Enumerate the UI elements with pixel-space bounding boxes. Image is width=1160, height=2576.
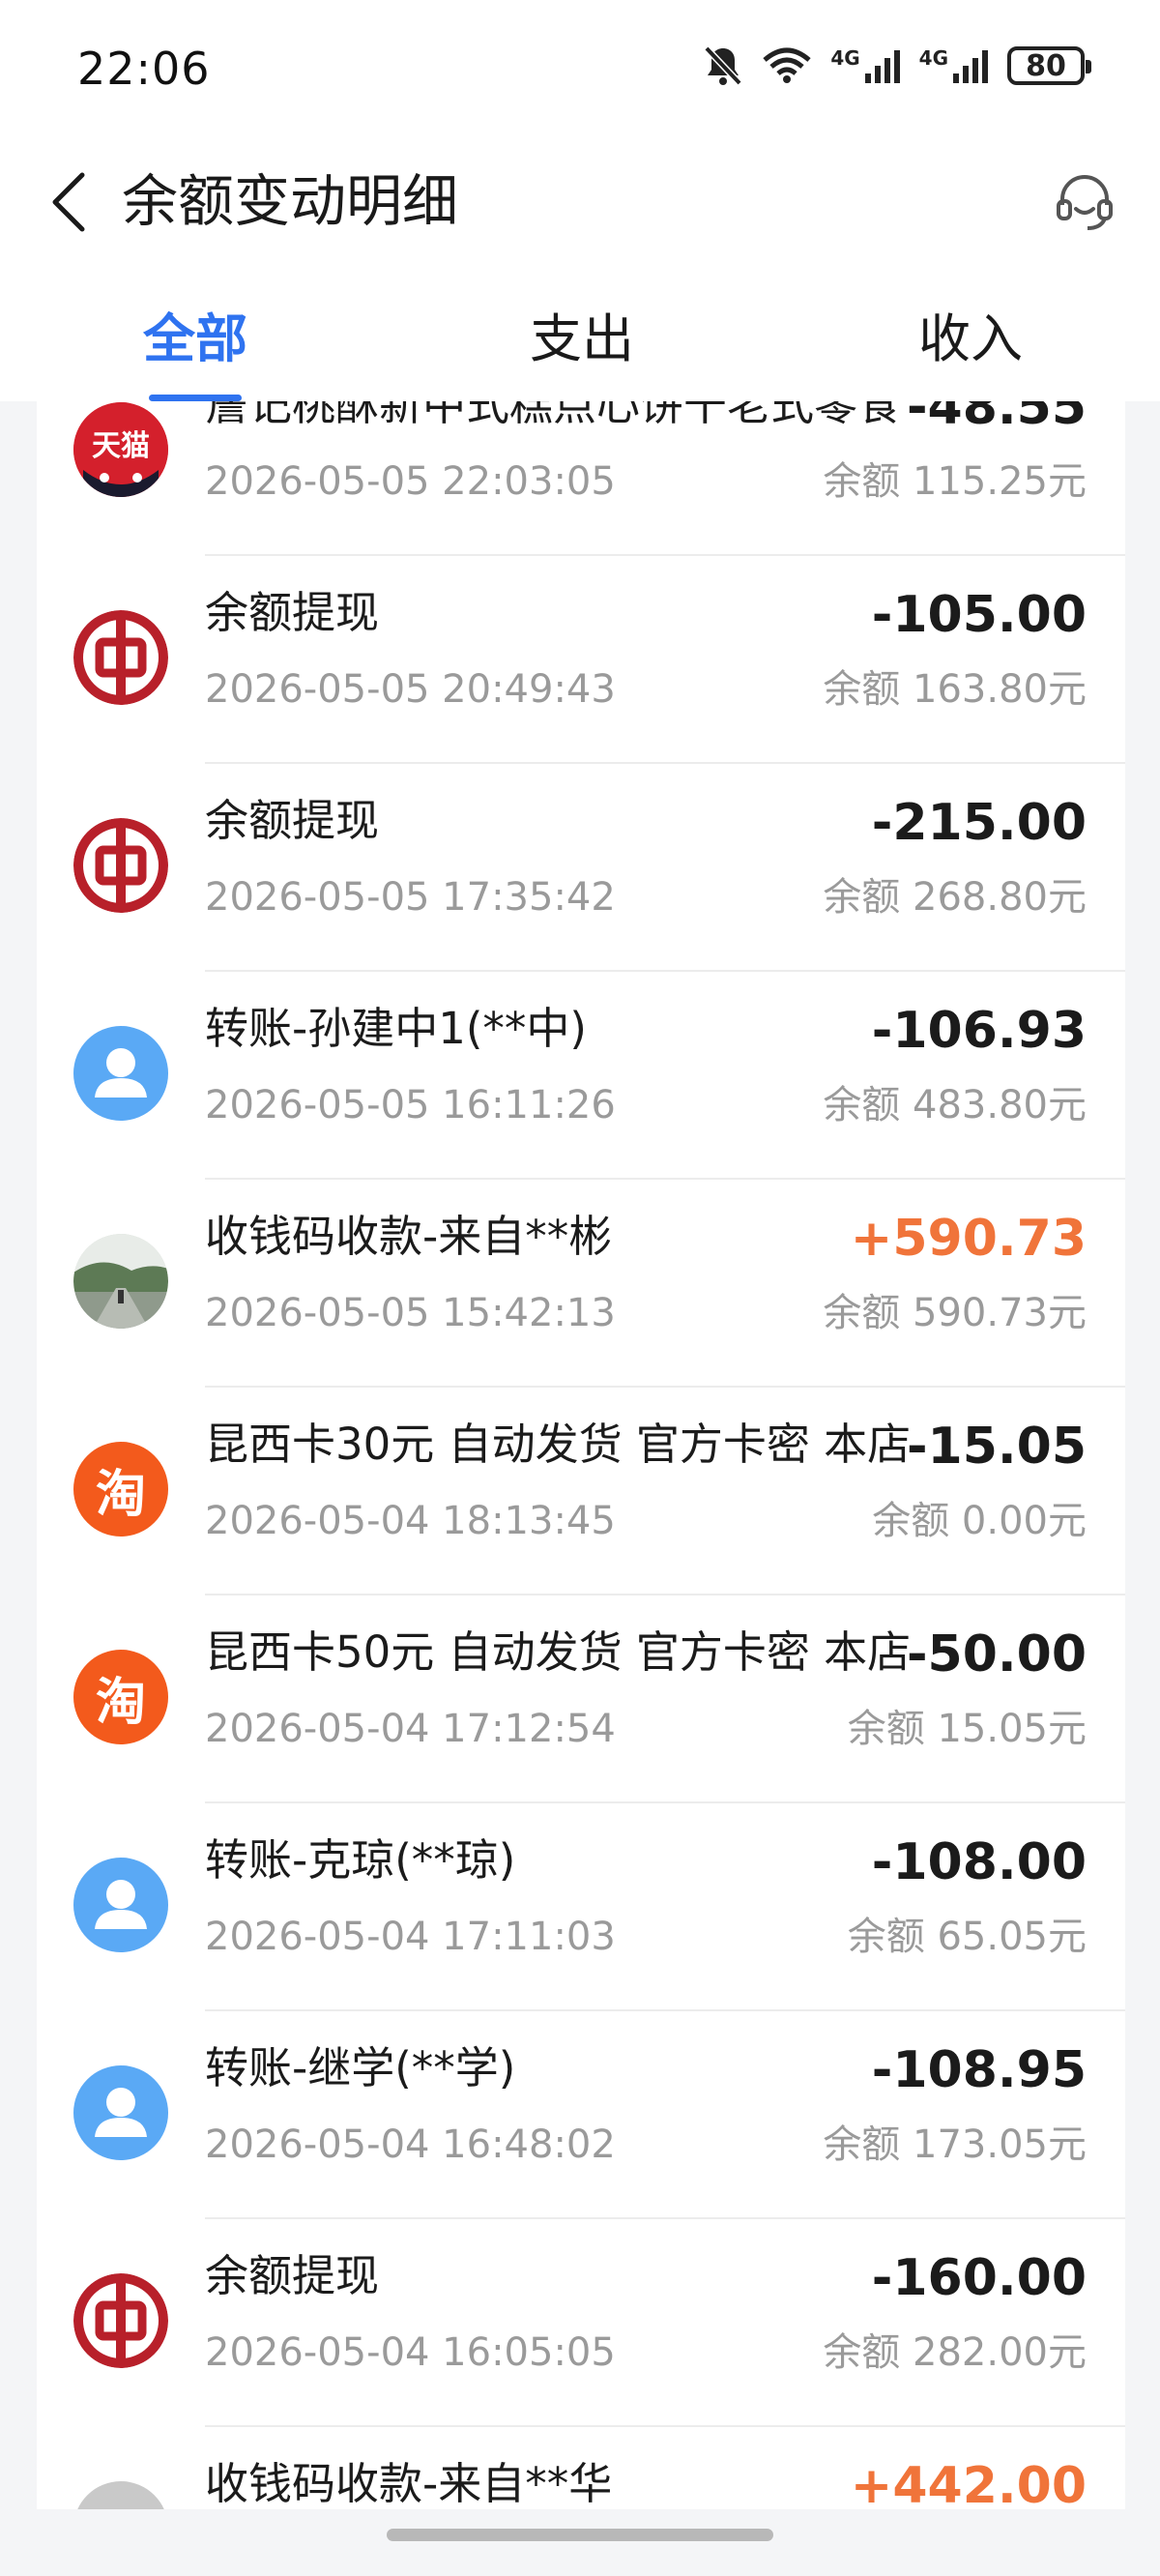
transaction-title: 詹记桃酥新中式糕点心饼干老式零食 [205, 401, 902, 430]
list-item[interactable]: 收钱码收款-来自**华 +442.00 [37, 2427, 1125, 2509]
transaction-balance: 余额 483.80元 [823, 1083, 1087, 1127]
transaction-title: 昆西卡30元 自动发货 官方卡密 本店 [205, 1419, 912, 1470]
signal-4g-icon: 4G [830, 46, 901, 85]
tab-all[interactable]: 全部 [141, 266, 249, 401]
list-item[interactable]: 淘 昆西卡30元 自动发货 官方卡密 本店 2026-05-04 18:13:4… [37, 1388, 1125, 1595]
status-icons: 4G 4G 80 [703, 44, 1091, 87]
transaction-amount: -105.00 [871, 586, 1087, 644]
transaction-time: 2026-05-04 16:05:05 [205, 2330, 616, 2375]
list-item[interactable]: 天猫 詹记桃酥新中式糕点心饼干老式零食 2026-05-05 22:03:05 … [37, 401, 1125, 556]
transaction-amount: -215.00 [871, 794, 1087, 852]
list-item[interactable]: 转账-孙建中1(**中) 2026-05-05 16:11:26 -106.93… [37, 972, 1125, 1180]
list-item[interactable]: 余额提现 2026-05-04 16:05:05 -160.00 余额 282.… [37, 2219, 1125, 2427]
bank-icon [73, 818, 168, 913]
user-avatar-icon [73, 1858, 168, 1952]
transaction-balance: 余额 65.05元 [847, 1915, 1087, 1959]
transaction-balance: 余额 0.00元 [872, 1499, 1087, 1543]
transaction-list[interactable]: 天猫 詹记桃酥新中式糕点心饼干老式零食 2026-05-05 22:03:05 … [37, 401, 1125, 2509]
taobao-icon: 淘 [73, 1650, 168, 1744]
transaction-balance: 余额 115.25元 [823, 459, 1087, 504]
transaction-amount: -50.00 [906, 1625, 1087, 1683]
chevron-left-icon [47, 169, 90, 239]
transaction-balance: 余额 590.73元 [823, 1291, 1087, 1335]
tab-income[interactable]: 收入 [916, 266, 1025, 401]
transaction-title: 转账-继学(**学) [205, 2042, 516, 2093]
bank-icon [73, 610, 168, 705]
wifi-icon [761, 46, 813, 85]
transaction-amount: +442.00 [850, 2457, 1087, 2509]
list-item[interactable]: 收钱码收款-来自**彬 2026-05-05 15:42:13 +590.73 … [37, 1180, 1125, 1388]
list-item[interactable]: 转账-继学(**学) 2026-05-04 16:48:02 -108.95 余… [37, 2011, 1125, 2219]
home-indicator[interactable] [387, 2529, 773, 2541]
transaction-time: 2026-05-05 15:42:13 [205, 1291, 616, 1335]
transaction-amount: -106.93 [871, 1002, 1087, 1060]
user-avatar-icon [73, 2065, 168, 2160]
back-button[interactable] [35, 165, 102, 243]
bell-muted-icon [703, 44, 743, 87]
transaction-title: 余额提现 [205, 2250, 380, 2301]
transaction-title: 转账-克琼(**琼) [205, 1834, 516, 1886]
transaction-title: 收钱码收款-来自**彬 [205, 1211, 613, 1262]
transaction-time: 2026-05-04 17:11:03 [205, 1915, 616, 1959]
transaction-amount: +590.73 [850, 1210, 1087, 1268]
list-item[interactable]: 转账-克琼(**琼) 2026-05-04 17:11:03 -108.00 余… [37, 1803, 1125, 2011]
filter-tabs: 全部 支出 收入 [0, 266, 1160, 401]
signal-4g-icon: 4G [919, 46, 990, 85]
transaction-balance: 余额 268.80元 [823, 875, 1087, 920]
transaction-time: 2026-05-04 18:13:45 [205, 1499, 616, 1543]
transaction-balance: 余额 282.00元 [823, 2330, 1087, 2375]
transaction-time: 2026-05-05 16:11:26 [205, 1083, 616, 1127]
list-item[interactable]: 淘 昆西卡50元 自动发货 官方卡密 本店 2026-05-04 17:12:5… [37, 1595, 1125, 1803]
bottom-bar [0, 2509, 1160, 2576]
list-item[interactable]: 余额提现 2026-05-05 17:35:42 -215.00 余额 268.… [37, 764, 1125, 972]
transaction-balance: 余额 15.05元 [847, 1707, 1087, 1751]
transaction-time: 2026-05-05 17:35:42 [205, 875, 616, 920]
taobao-icon: 淘 [73, 1442, 168, 1537]
transaction-time: 2026-05-04 16:48:02 [205, 2122, 616, 2167]
page-title: 余额变动明细 [122, 168, 459, 234]
battery-icon: 80 [1007, 46, 1091, 85]
photo-avatar-icon [73, 1234, 168, 1329]
tmall-icon: 天猫 [73, 402, 168, 497]
customer-service-button[interactable] [1046, 165, 1123, 243]
transaction-title: 余额提现 [205, 587, 380, 638]
bank-icon [73, 2273, 168, 2368]
transaction-amount: -108.95 [871, 2041, 1087, 2099]
transaction-amount: -108.00 [871, 1833, 1087, 1891]
tab-expense[interactable]: 支出 [528, 266, 636, 401]
headset-icon [1053, 170, 1116, 238]
transaction-amount: -160.00 [871, 2249, 1087, 2307]
transaction-time: 2026-05-04 17:12:54 [205, 1707, 616, 1751]
status-bar: 22:06 4G 4G 80 [0, 0, 1160, 140]
transaction-time: 2026-05-05 20:49:43 [205, 667, 616, 712]
transaction-balance: 余额 173.05元 [823, 2122, 1087, 2167]
transaction-time: 2026-05-05 22:03:05 [205, 459, 616, 504]
transaction-amount: -48.55 [906, 401, 1087, 436]
user-avatar-icon [73, 1026, 168, 1121]
status-time: 22:06 [77, 43, 211, 95]
photo-avatar-icon [73, 2481, 168, 2509]
list-item[interactable]: 余额提现 2026-05-05 20:49:43 -105.00 余额 163.… [37, 556, 1125, 764]
transaction-amount: -15.05 [906, 1418, 1087, 1476]
page-header: 余额变动明细 [0, 140, 1160, 266]
transaction-balance: 余额 163.80元 [823, 667, 1087, 712]
transaction-title: 昆西卡50元 自动发货 官方卡密 本店 [205, 1626, 912, 1678]
transaction-title: 余额提现 [205, 795, 380, 846]
transaction-title: 收钱码收款-来自**华 [205, 2458, 613, 2509]
transaction-title: 转账-孙建中1(**中) [205, 1003, 587, 1054]
active-tab-indicator [149, 395, 242, 401]
